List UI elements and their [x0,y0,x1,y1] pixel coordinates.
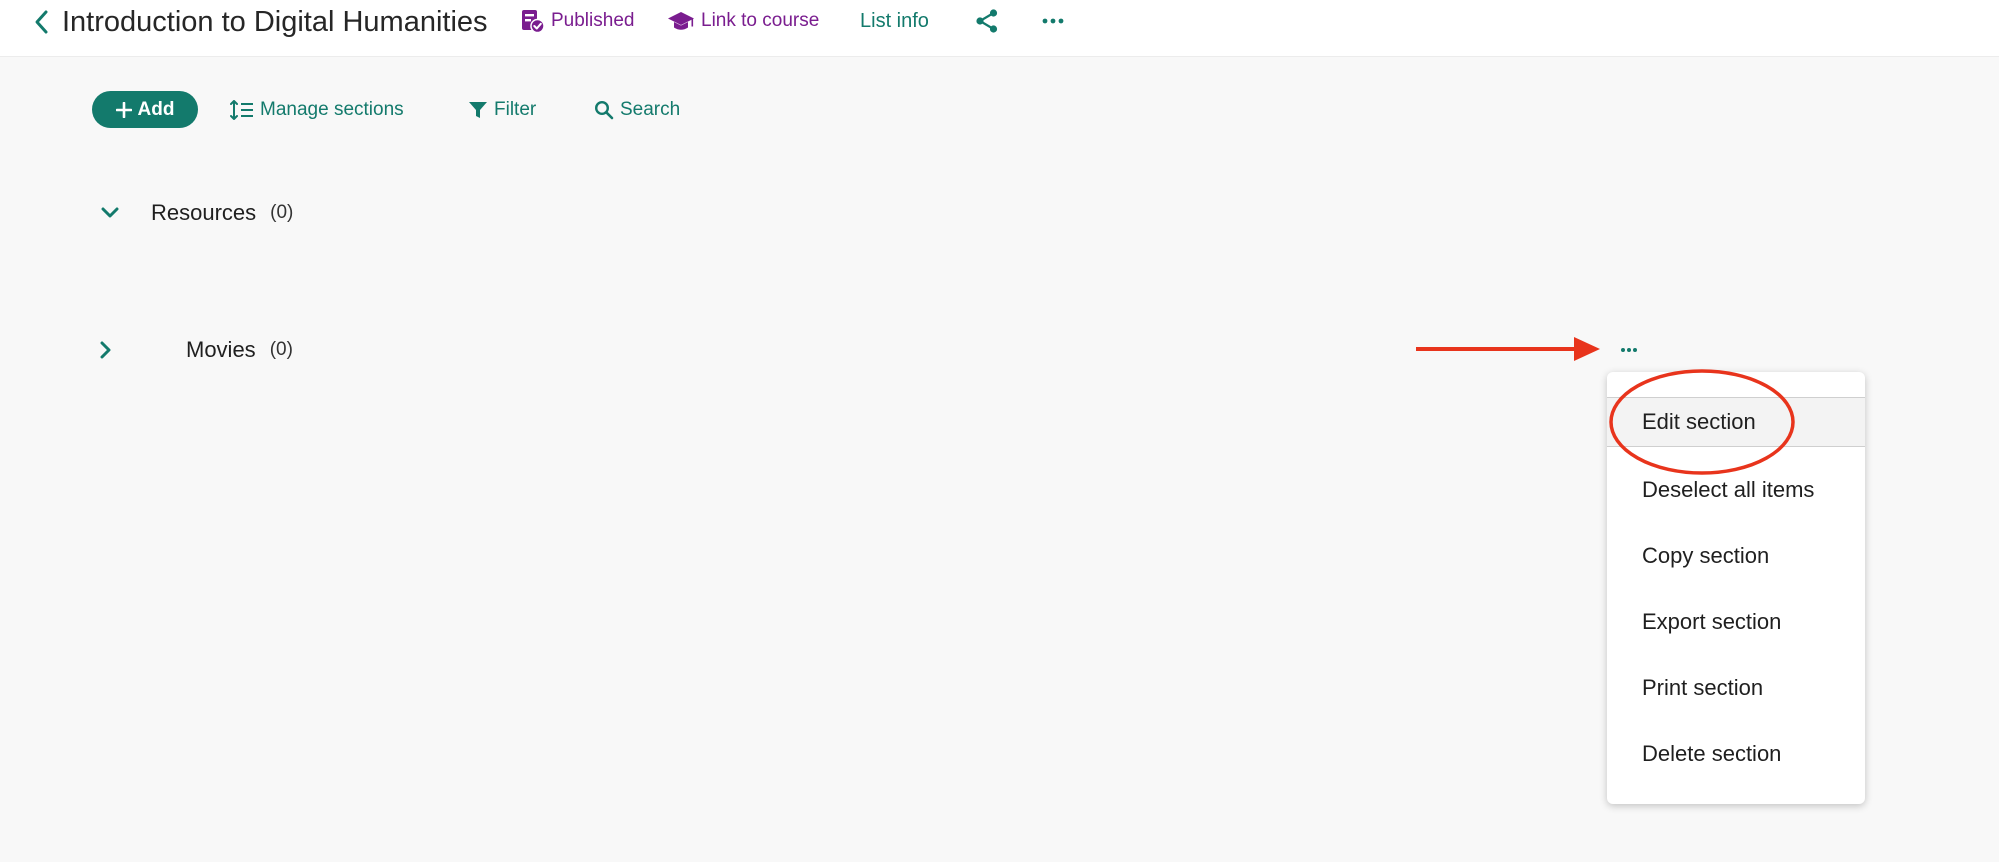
share-icon [976,9,998,33]
section-row-resources: Resources (0) [96,198,293,228]
link-to-course-button[interactable]: Link to course [667,6,819,36]
annotation-arrow [1416,337,1600,361]
section-name[interactable]: Movies [186,337,256,363]
chevron-left-icon [35,10,48,34]
graduation-cap-icon [668,12,694,30]
link-to-course-label: Link to course [701,10,820,31]
collapse-section-button[interactable] [96,199,124,227]
section-item-count: (0) [269,339,293,360]
add-label: Add [137,98,175,120]
section-more-options-button[interactable] [1614,336,1644,364]
sort-list-icon [230,100,253,120]
filter-icon [469,102,487,118]
ellipsis-icon [1621,348,1637,352]
menu-item-copy-section[interactable]: Copy section [1607,531,1865,581]
manage-sections-button[interactable]: Manage sections [230,94,404,126]
chevron-right-icon [100,341,111,359]
published-status-button[interactable]: Published [519,6,634,36]
section-options-menu: Edit section Deselect all items Copy sec… [1607,372,1865,804]
filter-button[interactable]: Filter [468,94,536,126]
search-label: Search [620,99,681,120]
filter-label: Filter [494,99,537,120]
add-button[interactable]: Add [92,91,198,128]
published-label: Published [551,10,635,31]
manage-sections-label: Manage sections [260,99,404,120]
plus-icon [115,101,132,118]
menu-item-delete-section[interactable]: Delete section [1607,729,1865,779]
page-title: Introduction to Digital Humanities [62,6,488,38]
search-icon [594,100,614,120]
ellipsis-icon [1042,18,1064,24]
list-info-button[interactable]: List info [860,6,929,36]
menu-item-export-section[interactable]: Export section [1607,597,1865,647]
document-check-icon [522,10,545,34]
menu-item-deselect-all-items[interactable]: Deselect all items [1607,465,1865,515]
section-item-count: (0) [270,202,294,223]
menu-item-edit-section[interactable]: Edit section [1607,397,1865,447]
section-row-movies: Movies (0) [92,334,293,366]
search-button[interactable]: Search [594,94,680,126]
menu-item-print-section[interactable]: Print section [1607,663,1865,713]
section-name[interactable]: Resources [151,200,256,226]
more-options-button[interactable] [1038,6,1068,36]
expand-section-button[interactable] [92,336,120,364]
top-header: Introduction to Digital Humanities Publi… [0,0,1999,57]
back-button[interactable] [28,7,54,37]
share-button[interactable] [972,6,1002,36]
chevron-down-icon [101,207,119,218]
